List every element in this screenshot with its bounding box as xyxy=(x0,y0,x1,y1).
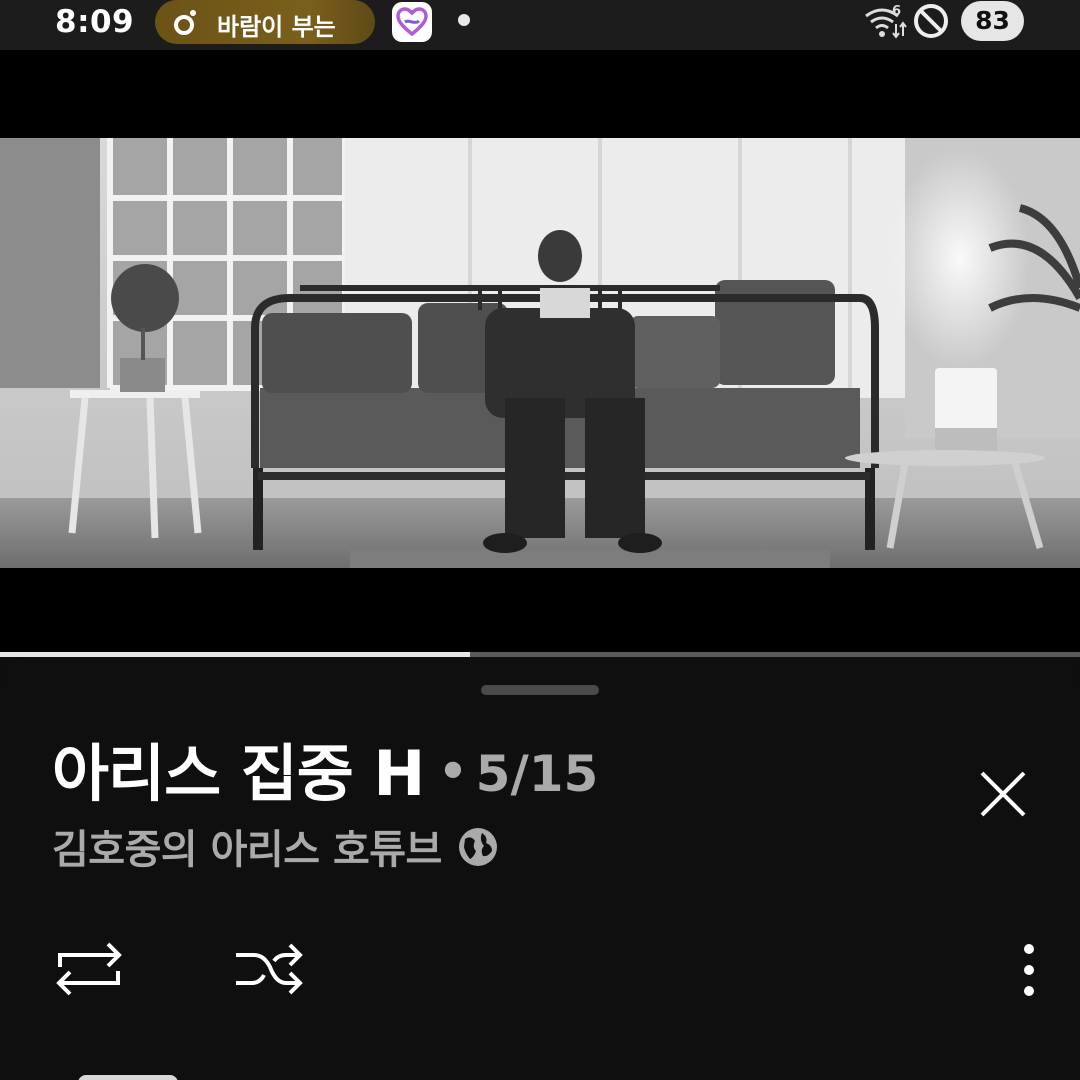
video-scene xyxy=(0,138,1080,568)
music-note-icon xyxy=(174,10,196,35)
playlist-header: 아리스 집중 H • 5/15 xyxy=(52,723,598,813)
playlist-panel: 아리스 집중 H • 5/15 김호중의 아리스 호튜브 xyxy=(0,657,1080,1080)
title-separator: • xyxy=(438,744,468,798)
shuffle-button[interactable] xyxy=(230,935,308,1003)
video-frame[interactable] xyxy=(0,138,1080,568)
close-icon xyxy=(980,771,1026,817)
playlist-position: 5/15 xyxy=(475,745,599,803)
battery-indicator: 83 xyxy=(961,1,1024,41)
next-playlist-item-thumbnail[interactable] xyxy=(78,1075,178,1080)
shuffle-icon xyxy=(236,943,303,995)
repeat-button[interactable] xyxy=(50,935,128,1003)
svg-text:6: 6 xyxy=(892,4,901,19)
drag-handle[interactable] xyxy=(481,685,599,695)
notification-dot xyxy=(458,14,470,26)
channel-row: 김호중의 아리스 호튜브 xyxy=(52,817,500,875)
repeat-icon xyxy=(56,942,122,996)
playlist-title: 아리스 집중 H xyxy=(52,737,425,810)
wifi-6-icon: 6 xyxy=(865,4,907,39)
heart-app-icon xyxy=(392,2,432,42)
now-playing-pill[interactable]: 바람이 부는 xyxy=(155,0,375,44)
do-not-disturb-icon xyxy=(914,4,948,38)
more-vertical-icon xyxy=(1024,944,1034,996)
channel-name[interactable]: 김호중의 아리스 호튜브 xyxy=(52,827,442,873)
video-player[interactable] xyxy=(0,50,1080,655)
status-bar: 8:09 바람이 부는 6 83 xyxy=(0,0,1080,50)
status-clock: 8:09 xyxy=(55,4,135,40)
globe-icon xyxy=(458,828,497,866)
now-playing-text: 바람이 부는 xyxy=(217,13,336,41)
more-options-button[interactable] xyxy=(1004,937,1054,1003)
close-button[interactable] xyxy=(972,763,1034,825)
